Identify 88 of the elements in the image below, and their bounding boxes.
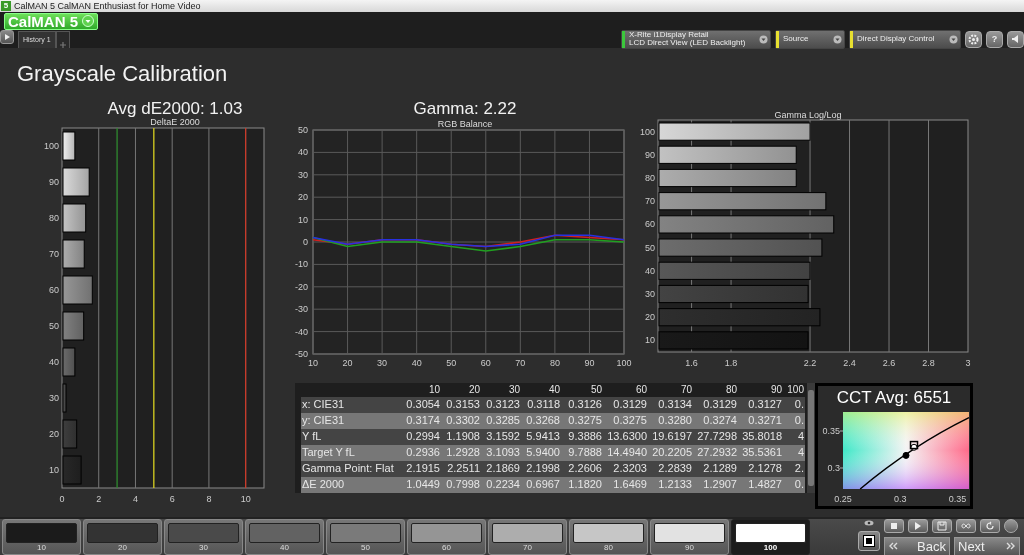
category-label: 10 (645, 335, 655, 346)
column-header: 50 (561, 383, 603, 397)
chart-heading: CCT Avg: 6551 (835, 387, 953, 409)
tick-label: 10 (240, 494, 251, 504)
tick-label: 20 (342, 358, 353, 368)
category-label: 60 (49, 285, 59, 295)
chart-subtitle: DeltaE 2000 (150, 117, 200, 127)
tick-label: 10 (298, 214, 308, 225)
category-label: 10 (49, 465, 59, 475)
tick-label: 2.4 (843, 358, 856, 368)
tick-label: 1.8 (724, 358, 738, 368)
category-label: 50 (645, 242, 655, 253)
tick-label: 2.8 (922, 358, 935, 368)
swatch-label: 40 (279, 543, 290, 553)
swatch-label: 60 (441, 543, 452, 553)
tick-label: 0.3 (827, 463, 840, 473)
category-label: 60 (645, 219, 655, 230)
category-label: 20 (645, 312, 655, 323)
category-label: 40 (49, 357, 59, 367)
swatch-label: 20 (117, 543, 128, 553)
swatch-label: 90 (684, 543, 695, 553)
tick-label: 50 (298, 125, 308, 135)
tick-label: 30 (298, 169, 308, 180)
column-header: 70 (648, 383, 693, 397)
tick-label: 2.6 (882, 358, 896, 368)
tick-label: 2 (96, 494, 102, 504)
tick-label: 40 (298, 147, 308, 158)
swatch-label: 50 (360, 543, 371, 553)
category-label: 90 (645, 149, 655, 160)
tick-label: 90 (584, 358, 595, 368)
category-label: 20 (49, 429, 59, 439)
tick-label: 0 (59, 494, 65, 504)
tick-label: 100 (616, 358, 632, 368)
tick-label: 10 (308, 358, 318, 368)
column-header: 10 (401, 383, 441, 397)
tick-label: -50 (295, 349, 308, 359)
tick-label: -40 (295, 326, 308, 337)
category-label: 100 (43, 141, 59, 151)
category-label: 30 (645, 289, 655, 299)
tick-label: 2.2 (803, 358, 817, 368)
category-label: 30 (49, 393, 59, 403)
category-label: 80 (645, 173, 655, 183)
tick-label: 8 (206, 494, 212, 504)
tick-label: -30 (295, 304, 308, 315)
tick-label: 50 (446, 358, 457, 368)
category-label: 70 (645, 196, 655, 207)
chart-heading: Avg dE2000: 1.03 (107, 99, 243, 118)
tick-label: 6 (169, 494, 175, 504)
tick-label: -10 (295, 259, 308, 270)
page-title: Grayscale Calibration (16, 60, 229, 88)
window-title: CalMAN 5 CalMAN Enthusiast for Home Video (14, 0, 201, 12)
tick-label: 30 (377, 358, 388, 368)
tick-label: 1.6 (685, 358, 698, 368)
tick-label: 80 (549, 358, 560, 368)
tick-label: 0.3 (894, 494, 907, 504)
tick-label: 3 (965, 358, 971, 368)
swatch-label: 30 (198, 543, 209, 553)
tick-label: 0.35 (822, 426, 840, 436)
column-header: 20 (441, 383, 481, 397)
column-header: 100 (783, 383, 805, 397)
chart-subtitle: RGB Balance (437, 119, 493, 129)
column-header: 60 (603, 383, 648, 397)
tick-label: 0.35 (948, 494, 967, 504)
tick-label: 40 (411, 358, 422, 368)
swatch-label: 80 (603, 543, 614, 553)
column-header: 90 (738, 383, 783, 397)
chart-heading: Gamma: 2.22 (413, 99, 517, 118)
tick-label: 0.25 (834, 494, 852, 504)
category-label: 70 (49, 249, 59, 259)
column-header: 80 (693, 383, 738, 397)
app-icon: 5 (1, 1, 11, 11)
tick-label: 4 (132, 494, 138, 504)
chart-subtitle: Gamma Log/Log (774, 110, 842, 120)
tick-label: 60 (480, 358, 491, 368)
swatch-label: 10 (36, 543, 47, 553)
category-label: 80 (49, 213, 59, 223)
category-label: 50 (49, 321, 59, 331)
swatch-label: 100 (762, 543, 779, 553)
category-label: 90 (49, 177, 59, 187)
tick-label: 0 (303, 237, 308, 247)
swatch-label: 70 (522, 543, 533, 553)
tick-label: -20 (295, 281, 308, 292)
category-label: 40 (645, 265, 655, 276)
tick-label: 20 (298, 192, 308, 203)
category-label: 100 (639, 126, 655, 137)
column-header: 40 (521, 383, 561, 397)
tick-label: 70 (515, 358, 526, 368)
column-header: 30 (481, 383, 521, 397)
